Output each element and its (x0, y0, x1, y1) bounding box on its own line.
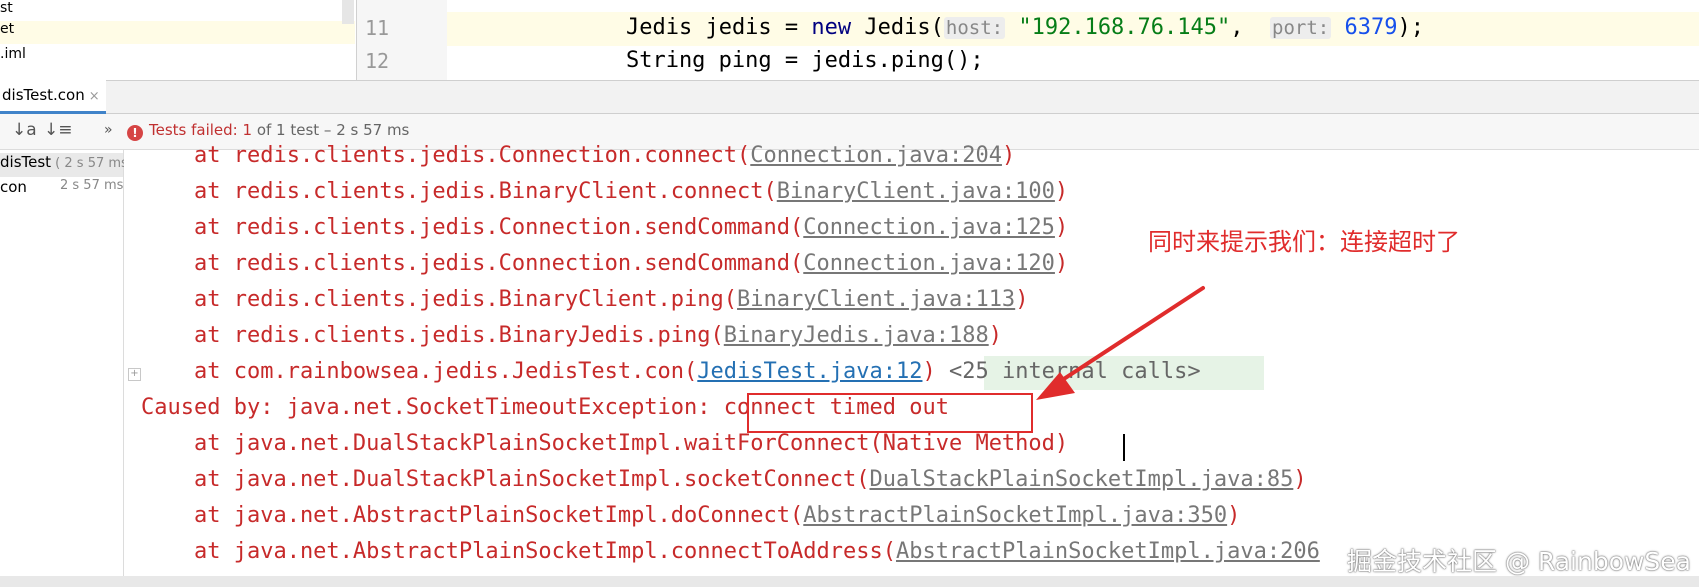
stack-trace-line: at java.net.AbstractPlainSocketImpl.conn… (141, 539, 1320, 564)
status-detail-text: of 1 test – 2 s 57 ms (252, 121, 410, 139)
param-hint: host: (943, 17, 1006, 39)
stack-trace-line: at redis.clients.jedis.BinaryJedis.ping(… (141, 323, 1002, 348)
source-link[interactable]: Connection.java:204 (750, 143, 1002, 168)
code-token: Jedis( (851, 15, 944, 40)
more-actions-icon[interactable]: » (104, 122, 113, 138)
test-results-tree (0, 150, 124, 587)
test-status: ! Tests failed: 1 of 1 test – 2 s 57 ms (127, 121, 409, 141)
close-icon[interactable]: × (89, 89, 100, 104)
trace-text: at redis.clients.jedis.Connection.connec… (141, 143, 751, 168)
trace-text: ) (1227, 503, 1241, 528)
stack-trace-line: at java.net.DualStackPlainSocketImpl.wai… (141, 431, 1068, 456)
code-line: String ping = jedis.ping(); (520, 48, 984, 73)
test-tree-item[interactable]: disTest ( 2 s 57 ms (0, 153, 128, 177)
stack-trace-line: at redis.clients.jedis.Connection.sendCo… (141, 251, 1068, 276)
annotation-note: 同时来提示我们：连接超时了 (1148, 228, 1460, 256)
trace-text: ) (922, 359, 949, 384)
test-tree-item[interactable]: con 2 s 57 ms (0, 178, 123, 196)
trace-text: ) (1293, 467, 1307, 492)
source-link[interactable]: Connection.java:125 (803, 215, 1055, 240)
trace-text: Caused by: java.net.SocketTimeoutExcepti… (141, 395, 724, 420)
trace-text: at redis.clients.jedis.BinaryClient.conn… (141, 179, 777, 204)
source-link[interactable]: BinaryClient.java:100 (777, 179, 1055, 204)
code-token: ); (1397, 15, 1424, 40)
sort-by-duration-icon[interactable]: ↓≡ (44, 120, 73, 140)
run-tab-bar (0, 80, 1699, 114)
tree-item[interactable]: .iml (0, 46, 26, 62)
trace-text: at redis.clients.jedis.Connection.sendCo… (141, 215, 804, 240)
project-tree-scrollbar[interactable] (342, 0, 354, 24)
trace-text: ) (988, 323, 1002, 348)
source-link[interactable]: AbstractPlainSocketImpl.java:350 (803, 503, 1227, 528)
status-failed-text: Tests failed: 1 (149, 121, 253, 139)
error-icon: ! (127, 125, 143, 141)
test-duration: ( 2 s 57 ms (51, 156, 128, 171)
stack-trace-line: at java.net.DualStackPlainSocketImpl.soc… (141, 467, 1307, 492)
trace-text: at java.net.DualStackPlainSocketImpl.wai… (141, 431, 1069, 456)
stack-trace-line: at java.net.AbstractPlainSocketImpl.doCo… (141, 503, 1240, 528)
param-hint: port: (1270, 17, 1332, 39)
run-tab-label: disTest.con (2, 86, 85, 104)
source-link[interactable]: AbstractPlainSocketImpl.java:206 (896, 539, 1320, 564)
trace-text: at redis.clients.jedis.Connection.sendCo… (141, 251, 804, 276)
text-cursor (1123, 434, 1125, 461)
source-link[interactable]: Connection.java:120 (803, 251, 1055, 276)
source-link[interactable]: BinaryClient.java:113 (737, 287, 1015, 312)
trace-text: at redis.clients.jedis.BinaryClient.ping… (141, 287, 738, 312)
source-link[interactable]: DualStackPlainSocketImpl.java:85 (869, 467, 1293, 492)
toolbar-edge-icon[interactable] (0, 122, 6, 142)
stack-trace-line: at redis.clients.jedis.BinaryClient.ping… (141, 287, 1028, 312)
sort-alphabetically-icon[interactable]: ↓a (12, 120, 37, 140)
annotation-arrow-icon (1036, 286, 1205, 400)
trace-text: at com.rainbowsea.jedis.JedisTest.con( (141, 359, 698, 384)
trace-text: ) (1001, 143, 1016, 168)
trace-text: ) (1054, 179, 1069, 204)
code-number: 6379 (1344, 15, 1398, 40)
source-link[interactable]: BinaryJedis.java:188 (724, 323, 989, 348)
stack-trace-line: at redis.clients.jedis.BinaryClient.conn… (141, 179, 1068, 204)
trace-text: at java.net.AbstractPlainSocketImpl.doCo… (141, 503, 804, 528)
code-token: Jedis (625, 15, 693, 40)
tree-item-selected[interactable]: et (0, 21, 355, 44)
source-link[interactable]: JedisTest.java:12 (697, 359, 922, 384)
test-name: disTest (0, 153, 52, 171)
trace-text: ) (1054, 215, 1069, 240)
stack-trace-line: at redis.clients.jedis.Connection.sendCo… (141, 215, 1068, 240)
stack-trace-line: at redis.clients.jedis.Connection.connec… (141, 143, 1015, 168)
run-tab[interactable]: disTest.con × (0, 80, 106, 114)
test-name: con (0, 178, 27, 196)
code-string: "192.168.76.145" (1018, 15, 1231, 40)
trace-text: at java.net.DualStackPlainSocketImpl.soc… (141, 467, 870, 492)
line-number: 11 (365, 16, 390, 40)
line-number: 12 (365, 49, 390, 73)
tree-item[interactable]: st (0, 0, 13, 16)
code-line: Jedis jedis = new Jedis(host: "192.168.7… (520, 15, 1424, 40)
code-token: , (1230, 15, 1271, 40)
test-duration: 2 s 57 ms (60, 178, 124, 193)
trace-text: at java.net.AbstractPlainSocketImpl.conn… (141, 539, 896, 564)
watermark: 掘金技术社区 @ RainbowSea (1347, 547, 1692, 576)
highlight-box (747, 393, 1033, 433)
trace-text: ) (1054, 251, 1069, 276)
project-tree: st et .iml (0, 0, 355, 80)
fold-expand-icon[interactable]: + (128, 368, 141, 381)
code-keyword: new (811, 15, 852, 40)
trace-text: at redis.clients.jedis.BinaryJedis.ping( (141, 323, 724, 348)
code-token: jedis = (692, 15, 812, 40)
